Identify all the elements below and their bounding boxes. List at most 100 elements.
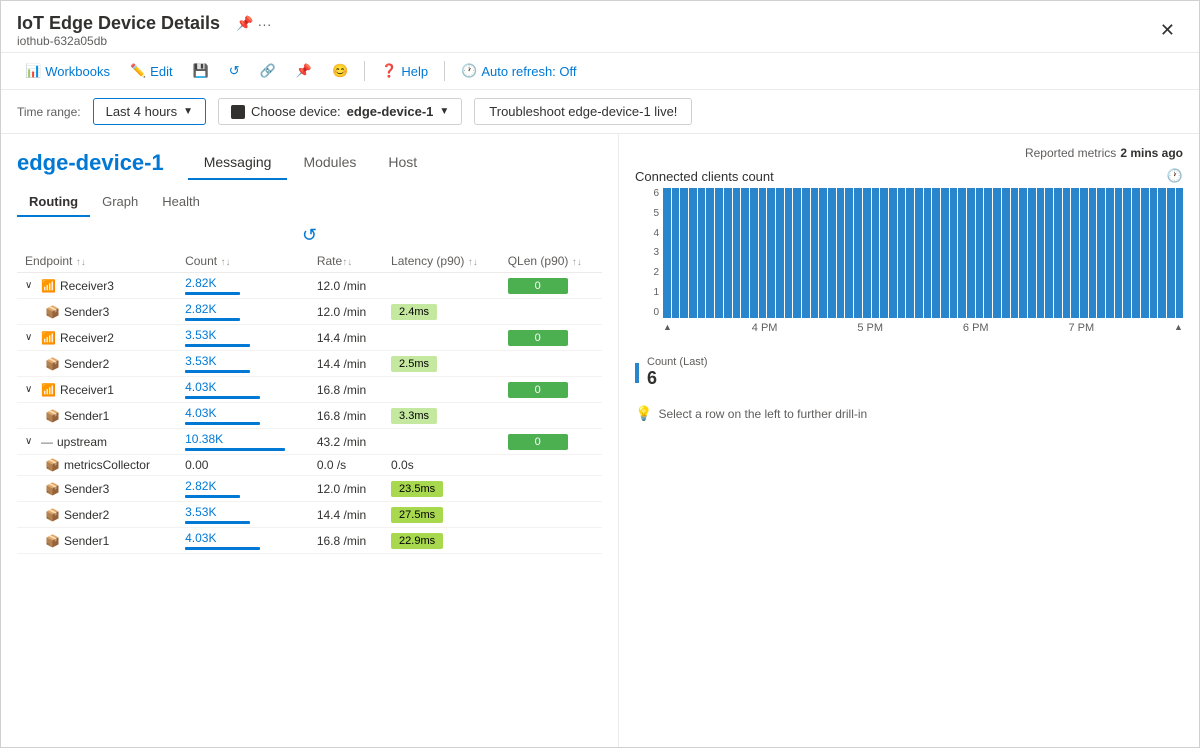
table-row[interactable]: 📦 Sender2 3.53K 14.4 /min 2.5ms — [17, 351, 602, 377]
chart-bar — [759, 188, 767, 318]
count-label: Count (Last) — [647, 356, 708, 368]
y-label-2: 2 — [653, 267, 659, 278]
refresh-button[interactable]: ↺ — [221, 59, 248, 83]
qlen-bar: 0 — [508, 382, 568, 398]
save-button[interactable]: 💾 — [185, 59, 217, 83]
share-button[interactable]: 🔗 — [252, 59, 284, 83]
troubleshoot-button[interactable]: Troubleshoot edge-device-1 live! — [474, 98, 692, 125]
y-label-6: 6 — [653, 188, 659, 199]
table-row[interactable]: 📦 Sender1 4.03K 16.8 /min 3.3ms — [17, 403, 602, 429]
x-marker-end: ▲ — [1174, 322, 1183, 332]
chart-bar — [845, 188, 853, 318]
workbooks-button[interactable]: 📊 Workbooks — [17, 59, 118, 83]
table-row[interactable]: ∨ 📶 Receiver1 4.03K 16.8 /min 0 — [17, 377, 602, 403]
endpoint-name: Sender1 — [64, 409, 109, 423]
qlen-bar: 0 — [508, 278, 568, 294]
device-icon — [231, 105, 245, 119]
count-cell: 2.82K — [177, 273, 309, 299]
chart-bar — [984, 188, 992, 318]
chart-bar — [672, 188, 680, 318]
chart-bar — [819, 188, 827, 318]
toolbar: 📊 Workbooks ✏️ Edit 💾 ↺ 🔗 📌 😊 ❓ Help 🕐 — [1, 53, 1199, 90]
main-window: IoT Edge Device Details 📌 ··· iothub-632… — [0, 0, 1200, 748]
device-name: edge-device-1 — [17, 150, 164, 176]
nav-tabs: Messaging Modules Host — [188, 146, 433, 180]
table-row[interactable]: ∨ 📶 Receiver2 3.53K 14.4 /min 0 — [17, 325, 602, 351]
chart-bar — [741, 188, 749, 318]
chart-bar — [733, 188, 741, 318]
pin-icon[interactable]: 📌 — [236, 15, 253, 32]
col-endpoint[interactable]: Endpoint ↑↓ — [17, 250, 177, 273]
tab-modules[interactable]: Modules — [287, 146, 372, 180]
subtab-routing[interactable]: Routing — [17, 188, 90, 217]
device-select-button[interactable]: Choose device: edge-device-1 ▼ — [218, 98, 462, 125]
y-label-1: 1 — [653, 287, 659, 298]
count-indicator — [635, 363, 639, 383]
chart-bar — [1045, 188, 1053, 318]
chart-bar — [785, 188, 793, 318]
table-row[interactable]: 📦 Sender2 3.53K 14.4 /min 27.5ms — [17, 502, 602, 528]
endpoint-name: Receiver3 — [60, 279, 114, 293]
tab-host[interactable]: Host — [372, 146, 433, 180]
subtab-graph[interactable]: Graph — [90, 188, 150, 217]
endpoint-name: Sender3 — [64, 305, 109, 319]
edit-button[interactable]: ✏️ Edit — [122, 59, 181, 83]
endpoint-receiver-icon: 📶 — [41, 279, 56, 293]
title-bar: IoT Edge Device Details 📌 ··· iothub-632… — [1, 1, 1199, 53]
endpoint-name: Sender2 — [64, 357, 109, 371]
emoji-button[interactable]: 😊 — [324, 59, 356, 83]
share-icon: 🔗 — [260, 63, 276, 79]
help-button[interactable]: ❓ Help — [373, 59, 436, 83]
chart-bar — [776, 188, 784, 318]
table-row[interactable]: 📦 metricsCollector 0.00 0.0 /s 0.0s — [17, 455, 602, 476]
chevron-down-icon: ▼ — [183, 106, 193, 117]
right-panel: Reported metrics 2 mins ago Connected cl… — [619, 134, 1199, 747]
col-qlen[interactable]: QLen (p90) ↑↓ — [500, 250, 602, 273]
chart-bar — [1019, 188, 1027, 318]
col-count[interactable]: Count ↑↓ — [177, 250, 309, 273]
refresh-icon: ↺ — [229, 63, 240, 79]
endpoint-receiver-icon: 📶 — [41, 383, 56, 397]
pin-button[interactable]: 📌 — [288, 59, 320, 83]
chart-bar — [976, 188, 984, 318]
x-label-6pm: 6 PM — [963, 322, 989, 334]
table-row[interactable]: ∨ — upstream 10.38K — [17, 429, 602, 455]
table-scroll[interactable]: Endpoint ↑↓ Count ↑↓ Rate↑↓ Latency (p90… — [17, 250, 602, 735]
chart-bar — [1097, 188, 1105, 318]
autorefresh-button[interactable]: 🕐 Auto refresh: Off — [453, 59, 584, 83]
sort-icon-endpoint: ↑↓ — [76, 257, 86, 268]
table-row[interactable]: ∨ 📶 Receiver3 2.82K — [17, 273, 602, 299]
expand-icon[interactable]: ∨ — [25, 280, 37, 291]
endpoint-name: metricsCollector — [64, 458, 150, 472]
time-range-button[interactable]: Last 4 hours ▼ — [93, 98, 206, 125]
latency-bar: 23.5ms — [391, 481, 443, 497]
chart-bar — [906, 188, 914, 318]
device-chevron-icon: ▼ — [439, 106, 449, 117]
more-icon[interactable]: ··· — [258, 16, 272, 32]
subtab-health[interactable]: Health — [150, 188, 212, 217]
table-row[interactable]: 📦 Sender3 2.82K 12.0 /min 2.4ms — [17, 299, 602, 325]
endpoint-name: upstream — [57, 435, 107, 449]
history-icon[interactable]: 🕐 — [1167, 168, 1183, 184]
sender-icon: 📦 — [45, 508, 60, 522]
controls-bar: Time range: Last 4 hours ▼ Choose device… — [1, 90, 1199, 134]
latency-bar: 27.5ms — [391, 507, 443, 523]
table-refresh-icon[interactable]: ↺ — [302, 225, 317, 246]
tab-messaging[interactable]: Messaging — [188, 146, 288, 180]
device-header: edge-device-1 Messaging Modules Host — [17, 146, 602, 180]
expand-icon[interactable]: ∨ — [25, 436, 37, 447]
table-row[interactable]: 📦 Sender3 2.82K 12.0 /min 23.5ms — [17, 476, 602, 502]
latency-cell — [383, 273, 500, 299]
table-row[interactable]: 📦 Sender1 4.03K 16.8 /min 22.9ms — [17, 528, 602, 554]
latency-bar: 22.9ms — [391, 533, 443, 549]
count-info: Count (Last) 6 — [647, 356, 708, 389]
sender-icon: 📦 — [45, 482, 60, 496]
close-button[interactable]: ✕ — [1152, 16, 1183, 45]
chart-bar — [915, 188, 923, 318]
expand-icon[interactable]: ∨ — [25, 384, 37, 395]
expand-icon[interactable]: ∨ — [25, 332, 37, 343]
col-latency[interactable]: Latency (p90) ↑↓ — [383, 250, 500, 273]
device-label: Choose device: — [251, 104, 341, 119]
col-rate[interactable]: Rate↑↓ — [309, 250, 383, 273]
chart-bar — [698, 188, 706, 318]
